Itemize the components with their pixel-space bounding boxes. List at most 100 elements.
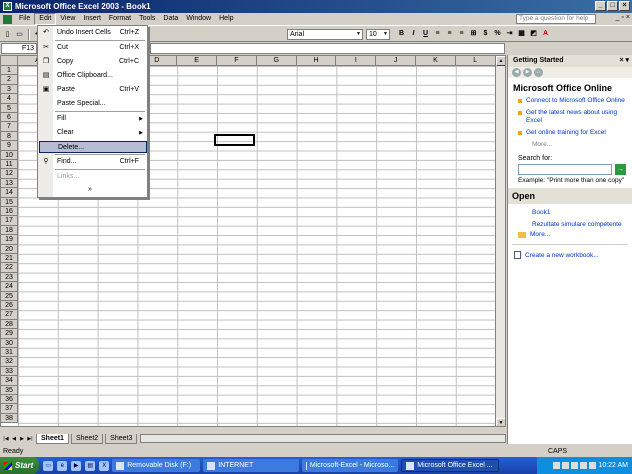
first-sheet-icon[interactable]: |◀ [2, 435, 10, 443]
home-icon[interactable]: ⌂ [534, 68, 543, 77]
row-header-13[interactable]: 13 [1, 178, 18, 189]
tray-security-icon[interactable] [571, 462, 579, 469]
row-header-11[interactable]: 11 [1, 160, 18, 170]
row-header-8[interactable]: 8 [1, 131, 18, 142]
tray-volume-icon[interactable] [562, 462, 570, 469]
row-header-24[interactable]: 24 [1, 282, 18, 292]
column-header-j[interactable]: J [376, 56, 416, 66]
menu-edit[interactable]: Edit [34, 13, 57, 25]
underline-icon[interactable]: U [420, 28, 431, 39]
row-header-17[interactable]: 17 [1, 216, 18, 226]
menu-item-paste[interactable]: ▣ Paste Ctrl+V [39, 84, 147, 96]
online-more-link[interactable]: More... [512, 139, 628, 151]
back-icon[interactable]: ◀ [512, 68, 521, 77]
column-header-i[interactable]: I [336, 56, 377, 66]
row-header-22[interactable]: 22 [1, 263, 18, 273]
row-header-34[interactable]: 34 [1, 376, 18, 386]
tray-update-icon[interactable] [580, 462, 588, 469]
menu-item-office-clipboard[interactable]: ▤ Office Clipboard... [39, 70, 147, 82]
menu-item-clear[interactable]: Clear ▶ [39, 127, 147, 139]
row-header-19[interactable]: 19 [1, 235, 18, 245]
align-left-icon[interactable]: ≡ [432, 28, 443, 39]
minimize-button[interactable]: _ [595, 1, 606, 11]
row-header-10[interactable]: 10 [1, 150, 18, 160]
row-header-28[interactable]: 28 [1, 319, 18, 330]
clock[interactable]: 10:22 AM [598, 457, 628, 474]
recent-file-book1[interactable]: Book1 [512, 207, 628, 219]
row-header-6[interactable]: 6 [1, 113, 18, 123]
quicklaunch-desktop-icon[interactable]: ▭ [43, 460, 54, 471]
row-header-9[interactable]: 9 [1, 141, 18, 151]
row-header-14[interactable]: 14 [1, 188, 18, 198]
expand-menu-chevron-icon[interactable]: » [88, 186, 92, 193]
font-name-select[interactable]: Arial ▼ [287, 29, 363, 40]
menu-item-undo[interactable]: ↶ Undo Insert Cells Ctrl+Z [39, 27, 147, 39]
font-size-select[interactable]: 10 ▼ [366, 29, 390, 40]
taskbar-excel-window-2[interactable]: Microsoft Office Excel ... [401, 459, 500, 472]
tab-sheet2[interactable]: Sheet2 [70, 433, 104, 444]
row-header-12[interactable]: 12 [1, 169, 18, 179]
scroll-up-icon[interactable]: ▲ [496, 56, 505, 66]
tray-network-icon[interactable] [553, 462, 561, 469]
row-header-30[interactable]: 30 [1, 338, 18, 348]
taskbar-removable-disk[interactable]: Removable Disk (F:) [112, 459, 201, 472]
tab-sheet1[interactable]: Sheet1 [36, 433, 69, 444]
doc-close-icon[interactable]: × [626, 14, 630, 21]
menu-item-fill[interactable]: Fill ▶ [39, 113, 147, 125]
quicklaunch-folder-icon[interactable]: ▤ [85, 460, 96, 471]
row-header-27[interactable]: 27 [1, 310, 18, 320]
scroll-down-icon[interactable]: ▼ [496, 418, 505, 426]
percent-icon[interactable]: % [492, 28, 503, 39]
italic-icon[interactable]: I [408, 28, 419, 39]
row-header-15[interactable]: 15 [1, 197, 18, 207]
row-header-36[interactable]: 36 [1, 395, 18, 405]
search-input[interactable] [518, 164, 612, 175]
bold-icon[interactable]: B [396, 28, 407, 39]
forward-icon[interactable]: ▶ [523, 68, 532, 77]
document-icon[interactable] [3, 14, 12, 24]
quicklaunch-media-icon[interactable]: ▶ [71, 460, 82, 471]
doc-restore-icon[interactable]: ▫ [621, 14, 623, 21]
close-icon[interactable]: × ▾ [619, 55, 629, 67]
font-color-icon[interactable]: A [540, 28, 551, 39]
row-header-23[interactable]: 23 [1, 272, 18, 283]
maximize-button[interactable]: □ [607, 1, 618, 11]
prev-sheet-icon[interactable]: ◀ [10, 435, 18, 443]
row-header-4[interactable]: 4 [1, 94, 18, 104]
row-header-25[interactable]: 25 [1, 291, 18, 301]
row-header-18[interactable]: 18 [1, 225, 18, 236]
formula-input[interactable] [150, 43, 505, 54]
help-search-input[interactable]: Type a question for help [516, 14, 596, 24]
menu-file[interactable]: File [15, 13, 34, 25]
column-header-f[interactable]: F [217, 56, 257, 66]
row-header-26[interactable]: 26 [1, 301, 18, 311]
open-icon[interactable]: ▭ [14, 29, 25, 40]
latest-news-link[interactable]: Get the latest news about using Excel [512, 107, 628, 127]
menu-tools[interactable]: Tools [135, 13, 159, 25]
menu-data[interactable]: Data [159, 13, 182, 25]
row-header-20[interactable]: 20 [1, 244, 18, 254]
tab-sheet3[interactable]: Sheet3 [105, 433, 138, 444]
create-workbook-link[interactable]: Create a new workbook... [508, 251, 632, 259]
active-cell-f13[interactable] [214, 134, 255, 146]
taskbar-excel-window-1[interactable]: Microsoft-Excel - Microso... [302, 459, 399, 472]
next-sheet-icon[interactable]: ▶ [18, 435, 26, 443]
currency-icon[interactable]: $ [480, 28, 491, 39]
row-header-31[interactable]: 31 [1, 348, 18, 358]
row-header-33[interactable]: 33 [1, 366, 18, 377]
close-button[interactable]: × [619, 1, 630, 11]
quicklaunch-excel-icon[interactable]: X [99, 460, 110, 471]
row-header-3[interactable]: 3 [1, 84, 18, 95]
open-more-link[interactable]: More... [512, 231, 628, 238]
online-training-link[interactable]: Get online training for Excel [512, 127, 628, 139]
menu-item-copy[interactable]: ❐ Copy Ctrl+C [39, 56, 147, 68]
row-header-37[interactable]: 37 [1, 404, 18, 414]
select-all-corner[interactable] [1, 56, 18, 66]
row-header-1[interactable]: 1 [1, 66, 18, 76]
row-header-2[interactable]: 2 [1, 75, 18, 85]
quicklaunch-ie-icon[interactable]: e [57, 460, 68, 471]
recent-file-rezultate[interactable]: Rezultate simulare competente [512, 219, 628, 231]
align-center-icon[interactable]: ≡ [444, 28, 455, 39]
last-sheet-icon[interactable]: ▶| [26, 435, 34, 443]
menu-item-cut[interactable]: ✂ Cut Ctrl+X [39, 42, 147, 54]
